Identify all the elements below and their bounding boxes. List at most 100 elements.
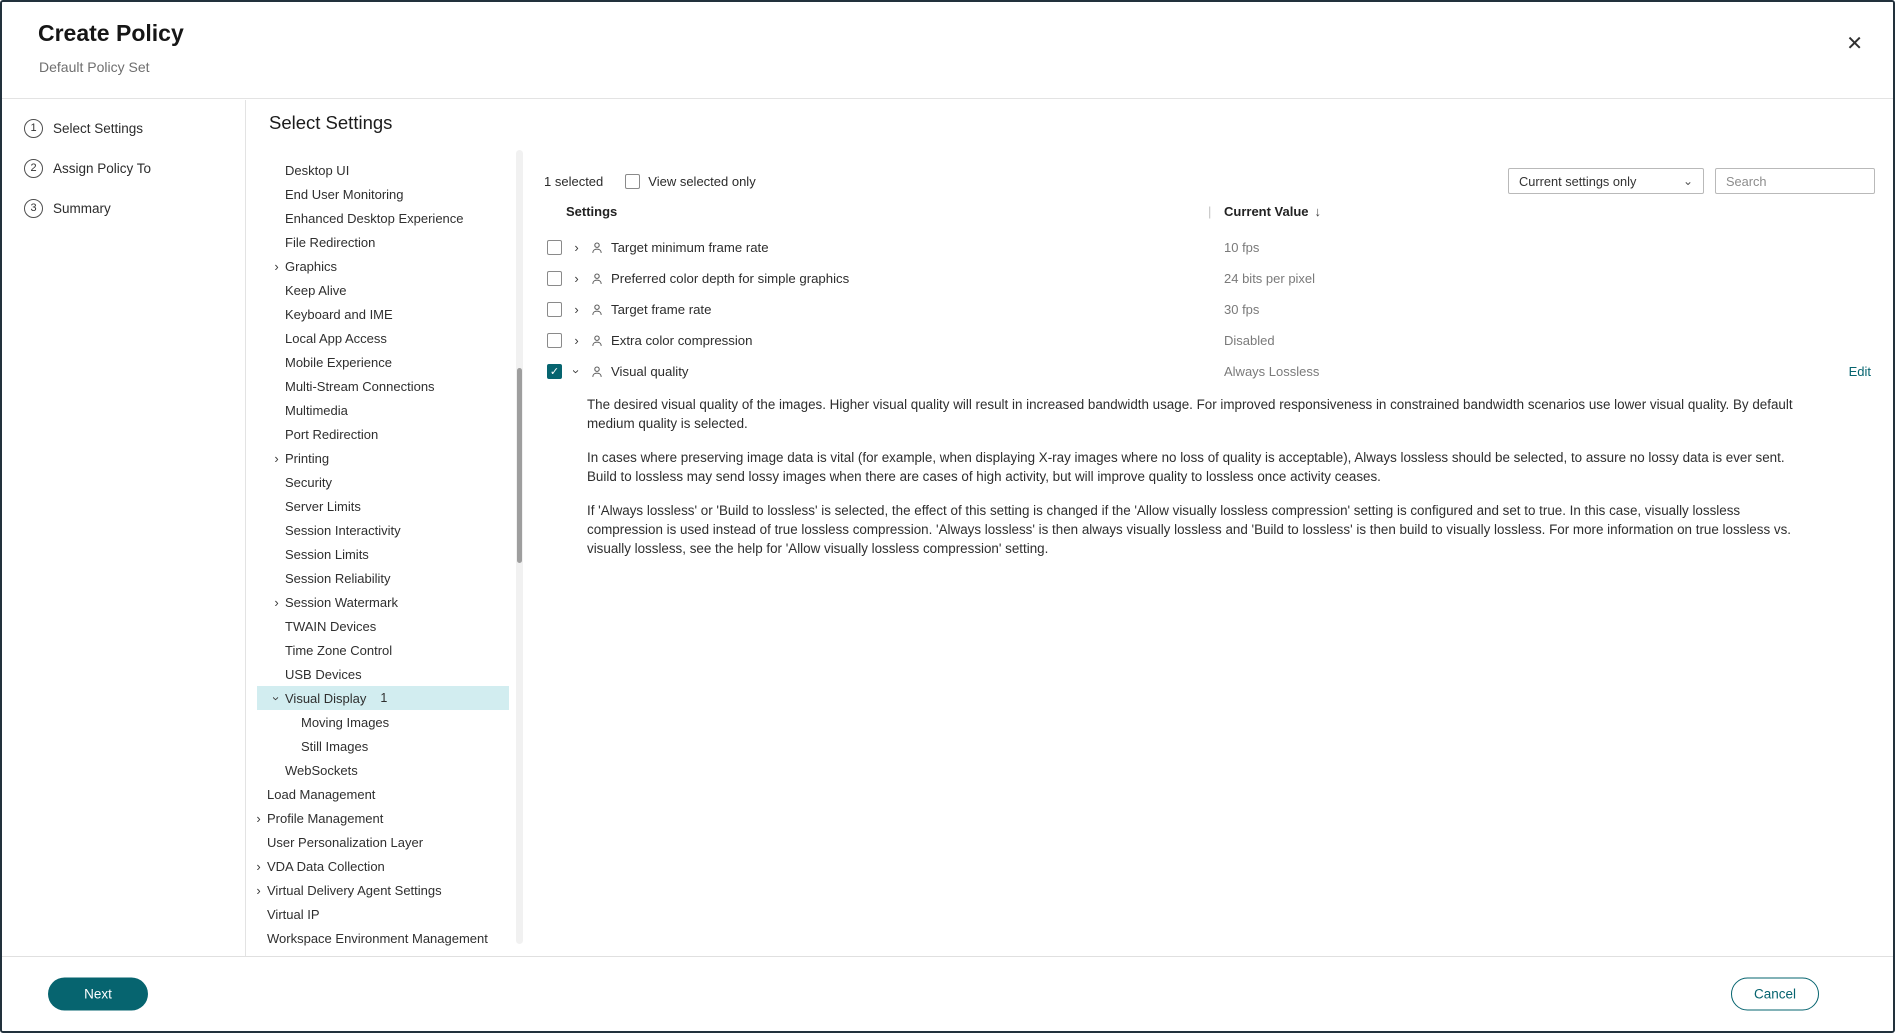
wizard-step[interactable]: 2Assign Policy To (2, 148, 245, 188)
dialog-header: Create Policy Default Policy Set ✕ (2, 2, 1893, 99)
tree-item-label: Server Limits (285, 499, 361, 514)
tree-item[interactable]: Load Management (257, 782, 509, 806)
policy-set-subtitle: Default Policy Set (39, 59, 150, 75)
view-selected-checkbox[interactable] (625, 174, 640, 189)
tree-item-label: Session Watermark (285, 595, 398, 610)
tree-item[interactable]: Session Limits (257, 542, 509, 566)
tree-item[interactable]: USB Devices (257, 662, 509, 686)
tree-item[interactable]: Session Interactivity (257, 518, 509, 542)
tree-item-label: User Personalization Layer (267, 835, 423, 850)
step-number: 3 (24, 199, 43, 218)
category-tree-container: Desktop UIEnd User Monitoring Enhanced De… (257, 148, 523, 954)
settings-filter-dropdown[interactable]: Current settings only ⌄ (1508, 168, 1704, 194)
scrollbar-thumb[interactable] (517, 368, 522, 563)
tree-item-label: Time Zone Control (285, 643, 392, 658)
chevron-right-icon[interactable]: › (257, 812, 263, 825)
tree-item-label: Session Interactivity (285, 523, 401, 538)
chevron-right-icon[interactable]: › (257, 860, 263, 873)
current-value-column-header[interactable]: Current Value↓ (1224, 204, 1321, 219)
wizard-step[interactable]: 3Summary (2, 188, 245, 228)
tree-item[interactable]: Mobile Experience (257, 350, 509, 374)
settings-row[interactable]: ›Target minimum frame rate10 fps (542, 232, 1893, 263)
tree-item[interactable]: Multimedia (257, 398, 509, 422)
page-title: Create Policy (38, 20, 184, 47)
row-checkbox[interactable] (547, 333, 562, 348)
tree-item[interactable]: Workspace Environment Management (257, 926, 509, 950)
tree-item-label: Virtual IP (267, 907, 320, 922)
create-policy-dialog: Create Policy Default Policy Set ✕ 1Sele… (0, 0, 1895, 1033)
row-expand-chevron-icon[interactable]: › (572, 272, 581, 285)
chevron-down-icon[interactable]: › (270, 694, 283, 703)
tree-item[interactable]: WebSockets (257, 758, 509, 782)
tree-item[interactable]: Session Reliability (257, 566, 509, 590)
tree-item-label: VDA Data Collection (267, 859, 385, 874)
row-checkbox[interactable] (547, 240, 562, 255)
chevron-right-icon[interactable]: › (272, 596, 281, 609)
tree-item-label: Mobile Experience (285, 355, 392, 370)
tree-item[interactable]: Time Zone Control (257, 638, 509, 662)
tree-item[interactable]: Multi-Stream Connections (257, 374, 509, 398)
tree-item[interactable]: ›Visual Display1 (257, 686, 509, 710)
chevron-right-icon[interactable]: › (272, 452, 281, 465)
tree-item[interactable]: Virtual IP (257, 902, 509, 926)
tree-item[interactable]: Port Redirection (257, 422, 509, 446)
tree-item[interactable]: › Graphics (257, 254, 509, 278)
search-input[interactable] (1715, 168, 1875, 194)
row-checkbox[interactable] (547, 302, 562, 317)
tree-item[interactable]: Moving Images (257, 710, 509, 734)
setting-current-value: 10 fps (1224, 240, 1259, 255)
setting-current-value: 24 bits per pixel (1224, 271, 1315, 286)
next-button[interactable]: Next (48, 978, 148, 1011)
tree-item[interactable]: User Personalization Layer (257, 830, 509, 854)
row-expand-chevron-icon[interactable]: › (570, 367, 583, 376)
user-icon (590, 241, 604, 255)
tree-item[interactable]: › Session Watermark (257, 590, 509, 614)
tree-item-label: Printing (285, 451, 329, 466)
tree-item[interactable]: Keep Alive (257, 278, 509, 302)
tree-item[interactable]: Enhanced Desktop Experience (257, 206, 509, 230)
tree-item-label: Port Redirection (285, 427, 378, 442)
row-expand-chevron-icon[interactable]: › (572, 303, 581, 316)
wizard-step[interactable]: 1Select Settings (2, 108, 245, 148)
tree-item-label: Keep Alive (285, 283, 346, 298)
tree-item[interactable]: End User Monitoring (257, 182, 509, 206)
row-expand-chevron-icon[interactable]: › (572, 334, 581, 347)
tree-item[interactable]: Desktop UI (257, 158, 509, 182)
tree-item[interactable]: Still Images (257, 734, 509, 758)
tree-item[interactable]: Keyboard and IME (257, 302, 509, 326)
description-paragraph: If 'Always lossless' or 'Build to lossle… (587, 501, 1803, 558)
tree-item[interactable]: › Printing (257, 446, 509, 470)
tree-item[interactable]: Server Limits (257, 494, 509, 518)
row-checkbox[interactable]: ✓ (547, 364, 562, 379)
settings-row[interactable]: ›Preferred color depth for simple graphi… (542, 263, 1893, 294)
tree-item[interactable]: Security (257, 470, 509, 494)
close-icon[interactable]: ✕ (1846, 34, 1863, 54)
row-checkbox[interactable] (547, 271, 562, 286)
chevron-right-icon[interactable]: › (257, 884, 263, 897)
dialog-footer: Next Cancel (2, 956, 1893, 1031)
settings-row[interactable]: ›Target frame rate30 fps (542, 294, 1893, 325)
tree-item-label: Enhanced Desktop Experience (285, 211, 464, 226)
chevron-right-icon[interactable]: › (272, 260, 281, 273)
tree-item[interactable]: File Redirection (257, 230, 509, 254)
tree-item[interactable]: TWAIN Devices (257, 614, 509, 638)
tree-item-label: Session Limits (285, 547, 369, 562)
cancel-button[interactable]: Cancel (1731, 978, 1819, 1011)
tree-item-label: Session Reliability (285, 571, 391, 586)
tree-item-label: Graphics (285, 259, 337, 274)
settings-row[interactable]: ›Extra color compressionDisabled (542, 325, 1893, 356)
tree-item[interactable]: › VDA Data Collection (257, 854, 509, 878)
row-expand-chevron-icon[interactable]: › (572, 241, 581, 254)
tree-item-label: Virtual Delivery Agent Settings (267, 883, 442, 898)
tree-item[interactable]: Local App Access (257, 326, 509, 350)
setting-name: Target frame rate (611, 302, 711, 317)
chevron-down-icon: ⌄ (1683, 174, 1693, 188)
edit-link[interactable]: Edit (1849, 364, 1871, 379)
tree-item[interactable]: ›Profile Management (257, 806, 509, 830)
settings-row[interactable]: ✓›Visual qualityAlways LosslessEdit (542, 356, 1893, 387)
tree-item-label: Security (285, 475, 332, 490)
tree-item[interactable]: › Virtual Delivery Agent Settings (257, 878, 509, 902)
step-label: Select Settings (53, 121, 143, 136)
view-selected-label: View selected only (648, 174, 755, 189)
tree-scrollbar[interactable] (516, 150, 523, 944)
